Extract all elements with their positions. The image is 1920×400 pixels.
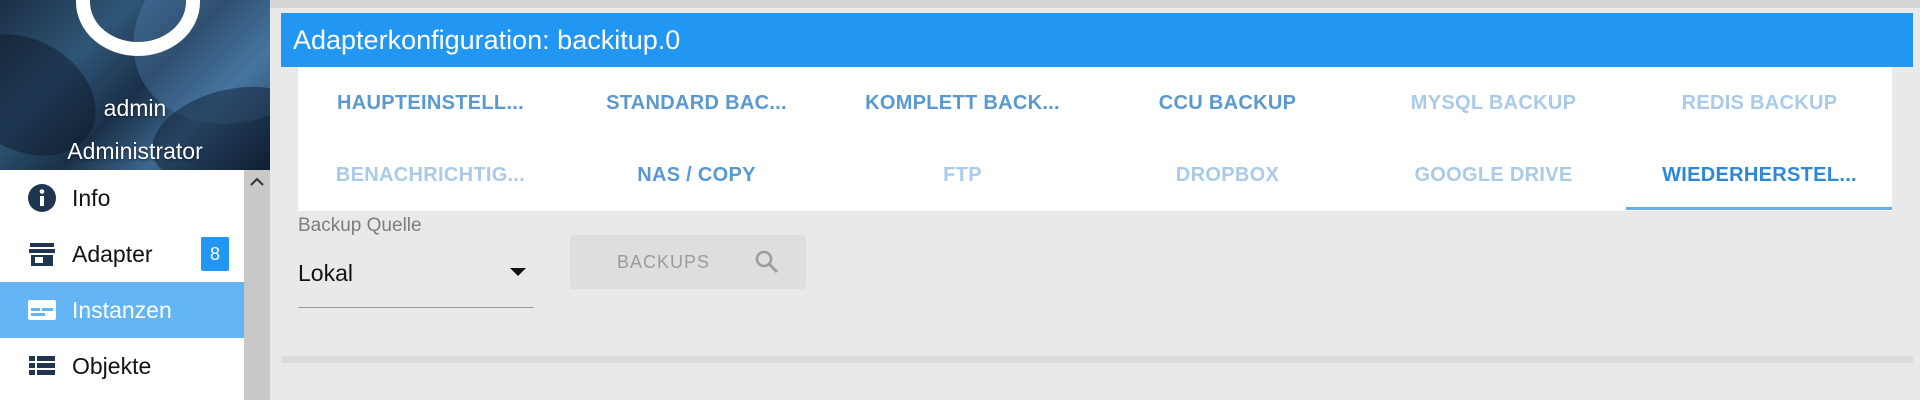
backups-button-label: BACKUPS: [617, 252, 711, 272]
backup-source-select[interactable]: Lokal: [298, 248, 534, 308]
tab-nas-copy[interactable]: NAS / COPY: [564, 139, 829, 211]
tab-wiederherstellen[interactable]: WIEDERHERSTEL...: [1627, 139, 1892, 211]
active-tab-indicator: [1626, 207, 1892, 210]
tab-google-drive[interactable]: GOOGLE DRIVE: [1361, 139, 1626, 211]
sidebar-item-label: Adapter: [72, 240, 153, 267]
tab-redis-backup[interactable]: REDIS BACKUP: [1627, 67, 1892, 139]
content-divider: [281, 356, 1913, 363]
user-role: Administrator: [67, 138, 203, 164]
info-icon: [27, 183, 57, 213]
backup-source-label: Backup Quelle: [298, 215, 422, 236]
sidebar-item-label: Instanzen: [72, 296, 172, 323]
tab-benachrichtigungen[interactable]: BENACHRICHTIG...: [298, 139, 563, 211]
search-icon: [754, 249, 780, 275]
user-name: admin: [103, 95, 167, 121]
tab-komplett-backup[interactable]: KOMPLETT BACK...: [830, 67, 1095, 139]
tab-standard-backup[interactable]: STANDARD BAC...: [564, 67, 829, 139]
backup-source-value: Lokal: [298, 260, 353, 286]
tab-ccu-backup[interactable]: CCU BACKUP: [1095, 67, 1360, 139]
sidebar-nav: Info Adapter 8 Instanzen Objekte: [0, 170, 244, 400]
select-underline: [298, 307, 534, 308]
sidebar-item-adapter[interactable]: Adapter 8: [0, 226, 244, 282]
tab-mysql-backup[interactable]: MYSQL BACKUP: [1361, 67, 1626, 139]
sidebar-item-objekte[interactable]: Objekte: [0, 338, 244, 394]
adapter-count-badge: 8: [201, 237, 229, 271]
sidebar-item-label: Objekte: [72, 352, 152, 379]
list-icon: [27, 351, 57, 381]
store-icon: [27, 239, 57, 269]
top-strip: [270, 0, 1920, 8]
sidebar: admin Administrator Info Adapter 8 Insta…: [0, 0, 270, 400]
dialog-title-bar: Adapterkonfiguration: backitup.0: [281, 13, 1913, 67]
sidebar-item-label: Info: [72, 184, 111, 211]
tab-haupteinstellungen[interactable]: HAUPTEINSTELL...: [298, 67, 563, 139]
tab-dropbox[interactable]: DROPBOX: [1095, 139, 1360, 211]
sidebar-item-info[interactable]: Info: [0, 170, 244, 226]
sidebar-header: admin Administrator: [0, 0, 270, 170]
tab-ftp[interactable]: FTP: [830, 139, 1095, 211]
tab-bar: HAUPTEINSTELL... STANDARD BAC... KOMPLET…: [298, 67, 1892, 211]
instances-icon: [27, 295, 57, 325]
caret-down-icon: [510, 268, 526, 276]
chevron-up-icon[interactable]: [244, 174, 270, 194]
backups-button[interactable]: BACKUPS: [570, 235, 806, 289]
dialog-title: Adapterkonfiguration: backitup.0: [293, 24, 681, 55]
sidebar-scrollbar[interactable]: [244, 170, 270, 400]
sidebar-item-instanzen[interactable]: Instanzen: [0, 282, 244, 338]
